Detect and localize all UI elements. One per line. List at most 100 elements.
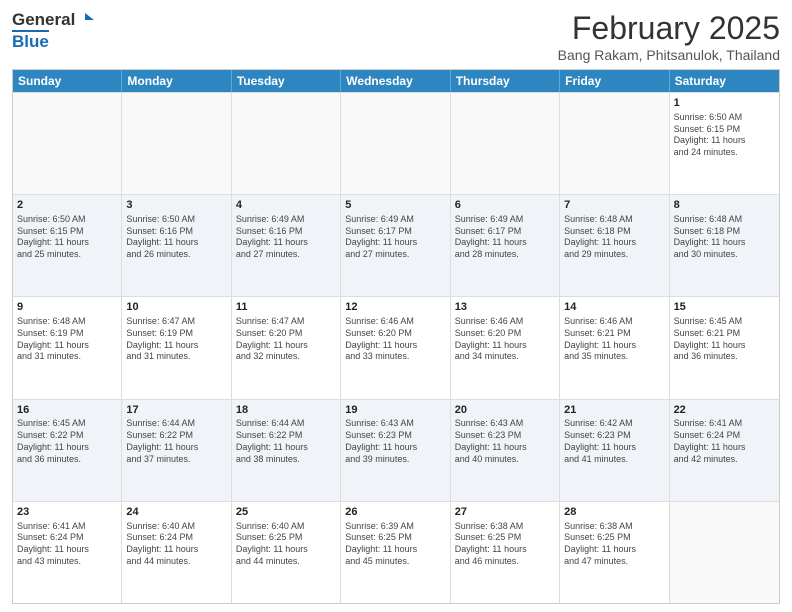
- cal-cell-1-2: 4Sunrise: 6:49 AM Sunset: 6:16 PM Daylig…: [232, 195, 341, 296]
- calendar: Sunday Monday Tuesday Wednesday Thursday…: [12, 69, 780, 604]
- cal-row-4: 23Sunrise: 6:41 AM Sunset: 6:24 PM Dayli…: [13, 501, 779, 603]
- cal-cell-2-6: 15Sunrise: 6:45 AM Sunset: 6:21 PM Dayli…: [670, 297, 779, 398]
- cal-cell-1-5: 7Sunrise: 6:48 AM Sunset: 6:18 PM Daylig…: [560, 195, 669, 296]
- day-info: Sunrise: 6:39 AM Sunset: 6:25 PM Dayligh…: [345, 521, 445, 568]
- day-number: 5: [345, 198, 445, 213]
- cal-cell-3-5: 21Sunrise: 6:42 AM Sunset: 6:23 PM Dayli…: [560, 400, 669, 501]
- cal-cell-0-3: [341, 93, 450, 194]
- logo-general: General: [12, 10, 75, 30]
- cal-cell-4-5: 28Sunrise: 6:38 AM Sunset: 6:25 PM Dayli…: [560, 502, 669, 603]
- day-number: 14: [564, 300, 664, 315]
- title-section: February 2025 Bang Rakam, Phitsanulok, T…: [558, 10, 780, 63]
- day-info: Sunrise: 6:50 AM Sunset: 6:15 PM Dayligh…: [17, 214, 117, 261]
- day-number: 18: [236, 403, 336, 418]
- day-info: Sunrise: 6:46 AM Sunset: 6:21 PM Dayligh…: [564, 316, 664, 363]
- day-info: Sunrise: 6:44 AM Sunset: 6:22 PM Dayligh…: [236, 418, 336, 465]
- cal-cell-2-0: 9Sunrise: 6:48 AM Sunset: 6:19 PM Daylig…: [13, 297, 122, 398]
- cal-cell-3-3: 19Sunrise: 6:43 AM Sunset: 6:23 PM Dayli…: [341, 400, 450, 501]
- cal-cell-2-3: 12Sunrise: 6:46 AM Sunset: 6:20 PM Dayli…: [341, 297, 450, 398]
- day-number: 3: [126, 198, 226, 213]
- header-sunday: Sunday: [13, 70, 122, 92]
- logo: General Blue: [12, 10, 94, 52]
- cal-cell-4-6: [670, 502, 779, 603]
- cal-cell-4-2: 25Sunrise: 6:40 AM Sunset: 6:25 PM Dayli…: [232, 502, 341, 603]
- day-info: Sunrise: 6:38 AM Sunset: 6:25 PM Dayligh…: [564, 521, 664, 568]
- cal-cell-1-0: 2Sunrise: 6:50 AM Sunset: 6:15 PM Daylig…: [13, 195, 122, 296]
- day-info: Sunrise: 6:48 AM Sunset: 6:18 PM Dayligh…: [674, 214, 775, 261]
- cal-cell-2-2: 11Sunrise: 6:47 AM Sunset: 6:20 PM Dayli…: [232, 297, 341, 398]
- cal-cell-3-1: 17Sunrise: 6:44 AM Sunset: 6:22 PM Dayli…: [122, 400, 231, 501]
- day-number: 28: [564, 505, 664, 520]
- day-number: 23: [17, 505, 117, 520]
- cal-cell-0-4: [451, 93, 560, 194]
- cal-cell-0-0: [13, 93, 122, 194]
- day-number: 25: [236, 505, 336, 520]
- day-info: Sunrise: 6:47 AM Sunset: 6:19 PM Dayligh…: [126, 316, 226, 363]
- header-tuesday: Tuesday: [232, 70, 341, 92]
- cal-cell-3-0: 16Sunrise: 6:45 AM Sunset: 6:22 PM Dayli…: [13, 400, 122, 501]
- day-number: 21: [564, 403, 664, 418]
- day-number: 16: [17, 403, 117, 418]
- header-saturday: Saturday: [670, 70, 779, 92]
- day-info: Sunrise: 6:45 AM Sunset: 6:22 PM Dayligh…: [17, 418, 117, 465]
- cal-cell-0-5: [560, 93, 669, 194]
- cal-row-2: 9Sunrise: 6:48 AM Sunset: 6:19 PM Daylig…: [13, 296, 779, 398]
- cal-cell-3-4: 20Sunrise: 6:43 AM Sunset: 6:23 PM Dayli…: [451, 400, 560, 501]
- cal-cell-4-4: 27Sunrise: 6:38 AM Sunset: 6:25 PM Dayli…: [451, 502, 560, 603]
- cal-cell-0-2: [232, 93, 341, 194]
- logo-bird-icon: [76, 11, 94, 29]
- day-info: Sunrise: 6:49 AM Sunset: 6:17 PM Dayligh…: [345, 214, 445, 261]
- day-number: 17: [126, 403, 226, 418]
- cal-cell-1-6: 8Sunrise: 6:48 AM Sunset: 6:18 PM Daylig…: [670, 195, 779, 296]
- month-title: February 2025: [558, 10, 780, 47]
- day-info: Sunrise: 6:43 AM Sunset: 6:23 PM Dayligh…: [455, 418, 555, 465]
- cal-cell-2-1: 10Sunrise: 6:47 AM Sunset: 6:19 PM Dayli…: [122, 297, 231, 398]
- day-info: Sunrise: 6:48 AM Sunset: 6:19 PM Dayligh…: [17, 316, 117, 363]
- day-number: 12: [345, 300, 445, 315]
- day-info: Sunrise: 6:41 AM Sunset: 6:24 PM Dayligh…: [17, 521, 117, 568]
- day-number: 22: [674, 403, 775, 418]
- calendar-header: Sunday Monday Tuesday Wednesday Thursday…: [13, 70, 779, 92]
- cal-cell-1-3: 5Sunrise: 6:49 AM Sunset: 6:17 PM Daylig…: [341, 195, 450, 296]
- cal-row-3: 16Sunrise: 6:45 AM Sunset: 6:22 PM Dayli…: [13, 399, 779, 501]
- day-number: 1: [674, 96, 775, 111]
- day-info: Sunrise: 6:50 AM Sunset: 6:15 PM Dayligh…: [674, 112, 775, 159]
- cal-cell-4-1: 24Sunrise: 6:40 AM Sunset: 6:24 PM Dayli…: [122, 502, 231, 603]
- day-number: 9: [17, 300, 117, 315]
- day-info: Sunrise: 6:48 AM Sunset: 6:18 PM Dayligh…: [564, 214, 664, 261]
- day-number: 20: [455, 403, 555, 418]
- day-info: Sunrise: 6:38 AM Sunset: 6:25 PM Dayligh…: [455, 521, 555, 568]
- header-monday: Monday: [122, 70, 231, 92]
- page: General Blue February 2025 Bang Rakam, P…: [0, 0, 792, 612]
- day-number: 27: [455, 505, 555, 520]
- header-wednesday: Wednesday: [341, 70, 450, 92]
- day-info: Sunrise: 6:46 AM Sunset: 6:20 PM Dayligh…: [345, 316, 445, 363]
- cal-cell-4-3: 26Sunrise: 6:39 AM Sunset: 6:25 PM Dayli…: [341, 502, 450, 603]
- day-number: 15: [674, 300, 775, 315]
- header: General Blue February 2025 Bang Rakam, P…: [12, 10, 780, 63]
- cal-row-1: 2Sunrise: 6:50 AM Sunset: 6:15 PM Daylig…: [13, 194, 779, 296]
- day-info: Sunrise: 6:49 AM Sunset: 6:17 PM Dayligh…: [455, 214, 555, 261]
- day-number: 19: [345, 403, 445, 418]
- day-number: 8: [674, 198, 775, 213]
- header-thursday: Thursday: [451, 70, 560, 92]
- day-info: Sunrise: 6:41 AM Sunset: 6:24 PM Dayligh…: [674, 418, 775, 465]
- header-friday: Friday: [560, 70, 669, 92]
- calendar-body: 1Sunrise: 6:50 AM Sunset: 6:15 PM Daylig…: [13, 92, 779, 603]
- day-number: 2: [17, 198, 117, 213]
- cal-cell-2-5: 14Sunrise: 6:46 AM Sunset: 6:21 PM Dayli…: [560, 297, 669, 398]
- day-number: 6: [455, 198, 555, 213]
- day-info: Sunrise: 6:50 AM Sunset: 6:16 PM Dayligh…: [126, 214, 226, 261]
- cal-cell-0-1: [122, 93, 231, 194]
- cal-cell-3-6: 22Sunrise: 6:41 AM Sunset: 6:24 PM Dayli…: [670, 400, 779, 501]
- day-number: 24: [126, 505, 226, 520]
- day-info: Sunrise: 6:49 AM Sunset: 6:16 PM Dayligh…: [236, 214, 336, 261]
- cal-cell-2-4: 13Sunrise: 6:46 AM Sunset: 6:20 PM Dayli…: [451, 297, 560, 398]
- day-info: Sunrise: 6:46 AM Sunset: 6:20 PM Dayligh…: [455, 316, 555, 363]
- day-number: 11: [236, 300, 336, 315]
- logo-blue: Blue: [12, 32, 49, 51]
- location-title: Bang Rakam, Phitsanulok, Thailand: [558, 47, 780, 63]
- day-info: Sunrise: 6:43 AM Sunset: 6:23 PM Dayligh…: [345, 418, 445, 465]
- cal-cell-4-0: 23Sunrise: 6:41 AM Sunset: 6:24 PM Dayli…: [13, 502, 122, 603]
- day-info: Sunrise: 6:40 AM Sunset: 6:25 PM Dayligh…: [236, 521, 336, 568]
